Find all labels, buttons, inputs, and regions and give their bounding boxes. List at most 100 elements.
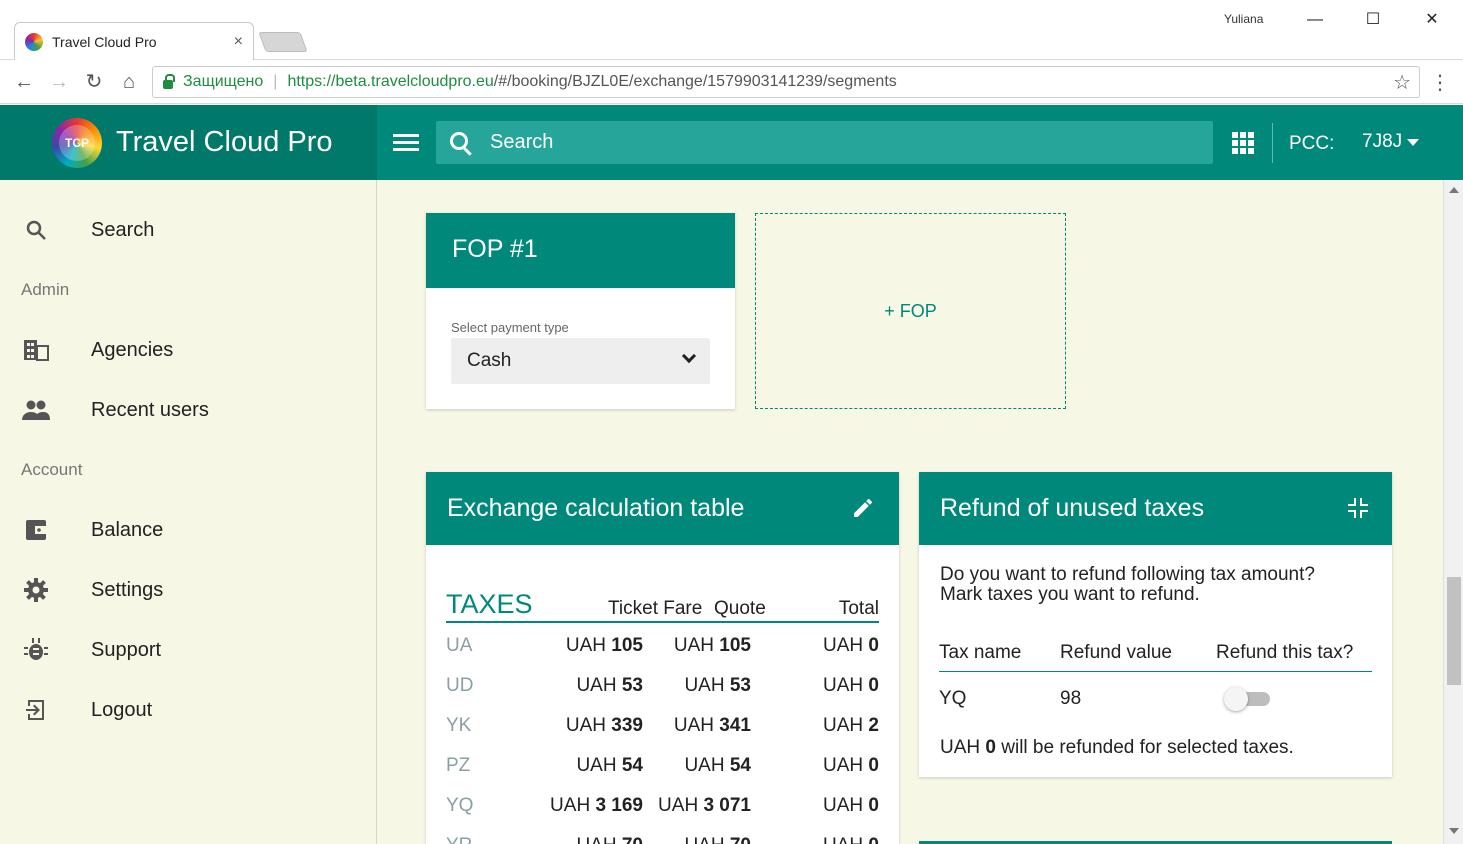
- quote-value: UAH 341: [673, 715, 751, 736]
- ticket-fare-value: UAH 54: [576, 755, 643, 776]
- tax-row: YR UAH 70 UAH 70 UAH 0: [446, 827, 879, 844]
- refund-tax-toggle[interactable]: [1224, 687, 1272, 711]
- app-header: TCP Travel Cloud Pro Search PCC: 7J8J: [0, 105, 1463, 180]
- sidebar-item-agencies[interactable]: Agencies: [0, 320, 376, 380]
- refund-question-line1: Do you want to refund following tax amou…: [940, 564, 1315, 585]
- refund-card-header: Refund of unused taxes: [919, 472, 1392, 545]
- total-value: UAH 0: [823, 835, 879, 844]
- maximize-button[interactable]: ☐: [1358, 8, 1388, 32]
- total-value: UAH 0: [823, 635, 879, 656]
- logo-icon: TCP: [52, 117, 102, 168]
- quote-value: UAH 3 071: [658, 795, 751, 816]
- url-input[interactable]: Защищено | https://beta.travelcloudpro.e…: [152, 66, 1420, 98]
- minimize-button[interactable]: —: [1300, 8, 1330, 32]
- refund-card-title: Refund of unused taxes: [940, 494, 1205, 522]
- logo-text: TCP: [59, 124, 95, 161]
- logout-icon: [22, 696, 50, 724]
- payment-type-select[interactable]: Cash: [451, 338, 710, 384]
- collapse-icon[interactable]: [1346, 496, 1368, 518]
- column-header-refund-value: Refund value: [1060, 642, 1172, 663]
- scroll-up-arrow-icon[interactable]: [1449, 187, 1459, 193]
- reload-icon[interactable]: ↻: [82, 70, 106, 94]
- close-window-button[interactable]: ✕: [1417, 8, 1447, 32]
- sidebar-section-admin: Admin: [21, 280, 70, 299]
- quote-value: UAH 54: [684, 755, 751, 776]
- refund-total-value: 0: [985, 737, 996, 758]
- hamburger-menu-icon[interactable]: [393, 131, 419, 153]
- sidebar-item-search[interactable]: Search: [0, 200, 376, 260]
- tax-code: UD: [446, 675, 474, 696]
- page-scrollbar[interactable]: [1443, 180, 1463, 844]
- browser-menu-icon[interactable]: ⋮: [1430, 70, 1450, 95]
- tax-code: YK: [446, 715, 472, 736]
- sidebar-item-label: Settings: [91, 578, 164, 601]
- taxes-section-title: TAXES: [446, 589, 533, 619]
- column-header-ticket-fare: Ticket Fare: [608, 598, 703, 619]
- refund-header-divider: [939, 671, 1372, 672]
- window-user-name: Yuliana: [1224, 12, 1264, 26]
- ticket-fare-value: UAH 105: [565, 635, 643, 656]
- apps-grid-icon[interactable]: [1232, 132, 1254, 154]
- scroll-down-arrow-icon[interactable]: [1449, 828, 1459, 834]
- sidebar-item-label: Logout: [91, 698, 153, 721]
- total-value: UAH 0: [823, 675, 879, 696]
- sidebar-item-label: Agencies: [91, 338, 174, 361]
- edit-pencil-icon[interactable]: [851, 496, 875, 520]
- pcc-caret-icon[interactable]: [1407, 139, 1419, 146]
- browser-titlebar: Travel Cloud Pro × Yuliana — ☐ ✕: [0, 0, 1463, 60]
- sidebar-item-settings[interactable]: Settings: [0, 560, 376, 620]
- fop-title: FOP #1: [426, 213, 735, 288]
- header-search-input[interactable]: Search: [436, 121, 1213, 164]
- total-value: UAH 2: [823, 715, 879, 736]
- ticket-fare-value: UAH 3 169: [550, 795, 643, 816]
- tax-code: UA: [446, 635, 473, 656]
- sidebar-item-label: Search: [91, 218, 155, 241]
- ticket-fare-value: UAH 70: [576, 835, 643, 844]
- sidebar-item-balance[interactable]: Balance: [0, 500, 376, 560]
- total-value: UAH 0: [823, 795, 879, 816]
- tax-code: YQ: [446, 795, 474, 816]
- exchange-calculation-card: Exchange calculation table TAXES Ticket …: [426, 472, 899, 844]
- back-arrow-icon[interactable]: ←: [12, 70, 36, 94]
- tab-close-icon[interactable]: ×: [234, 33, 243, 51]
- main-content: FOP #1 Select payment type Cash + FOP Ex…: [377, 180, 1443, 844]
- browser-tab[interactable]: Travel Cloud Pro ×: [14, 22, 254, 60]
- pcc-label: PCC:: [1289, 133, 1335, 154]
- scrollbar-thumb[interactable]: [1447, 577, 1461, 685]
- tax-code: YR: [446, 835, 472, 844]
- address-bar: ← → ↻ ⌂ Защищено | https://beta.travelcl…: [0, 60, 1463, 104]
- sidebar-item-recent-users[interactable]: Recent users: [0, 380, 376, 440]
- refund-question: Do you want to refund following tax amou…: [940, 565, 1380, 605]
- search-icon: [450, 131, 468, 150]
- building-icon: [22, 336, 50, 364]
- new-tab-button[interactable]: [258, 32, 308, 52]
- column-header-quote: Quote: [714, 598, 766, 619]
- bug-icon: [22, 636, 50, 664]
- quote-value: UAH 53: [684, 675, 751, 696]
- taxes-header-row: TAXES Ticket Fare Quote Total: [446, 587, 879, 623]
- brand[interactable]: TCP Travel Cloud Pro: [0, 105, 377, 180]
- pcc-select[interactable]: 7J8J: [1362, 131, 1402, 153]
- chevron-down-icon: [681, 348, 697, 364]
- bookmark-star-icon[interactable]: ☆: [1393, 70, 1411, 95]
- exchange-card-header: Exchange calculation table: [426, 472, 899, 545]
- people-icon: [22, 396, 50, 424]
- refund-total-suffix: will be refunded for selected taxes.: [1001, 737, 1294, 758]
- fop-card: FOP #1 Select payment type Cash: [426, 213, 735, 409]
- brand-name: Travel Cloud Pro: [116, 126, 333, 158]
- sidebar-item-support[interactable]: Support: [0, 620, 376, 680]
- column-header-total: Total: [838, 598, 879, 619]
- column-header-refund-this-tax: Refund this tax?: [1216, 642, 1354, 663]
- tax-row: UA UAH 105 UAH 105 UAH 0: [446, 627, 879, 667]
- gear-icon: [22, 576, 50, 604]
- sidebar-item-logout[interactable]: Logout: [0, 680, 376, 740]
- payment-type-value: Cash: [467, 350, 512, 371]
- wallet-icon: [22, 516, 50, 544]
- search-placeholder: Search: [490, 131, 554, 153]
- toggle-knob: [1224, 687, 1248, 711]
- tax-row: YK UAH 339 UAH 341 UAH 2: [446, 707, 879, 747]
- add-fop-button[interactable]: + FOP: [755, 213, 1066, 409]
- sidebar-item-label: Balance: [91, 518, 164, 541]
- forward-arrow-icon[interactable]: →: [47, 70, 71, 94]
- home-icon[interactable]: ⌂: [117, 70, 141, 94]
